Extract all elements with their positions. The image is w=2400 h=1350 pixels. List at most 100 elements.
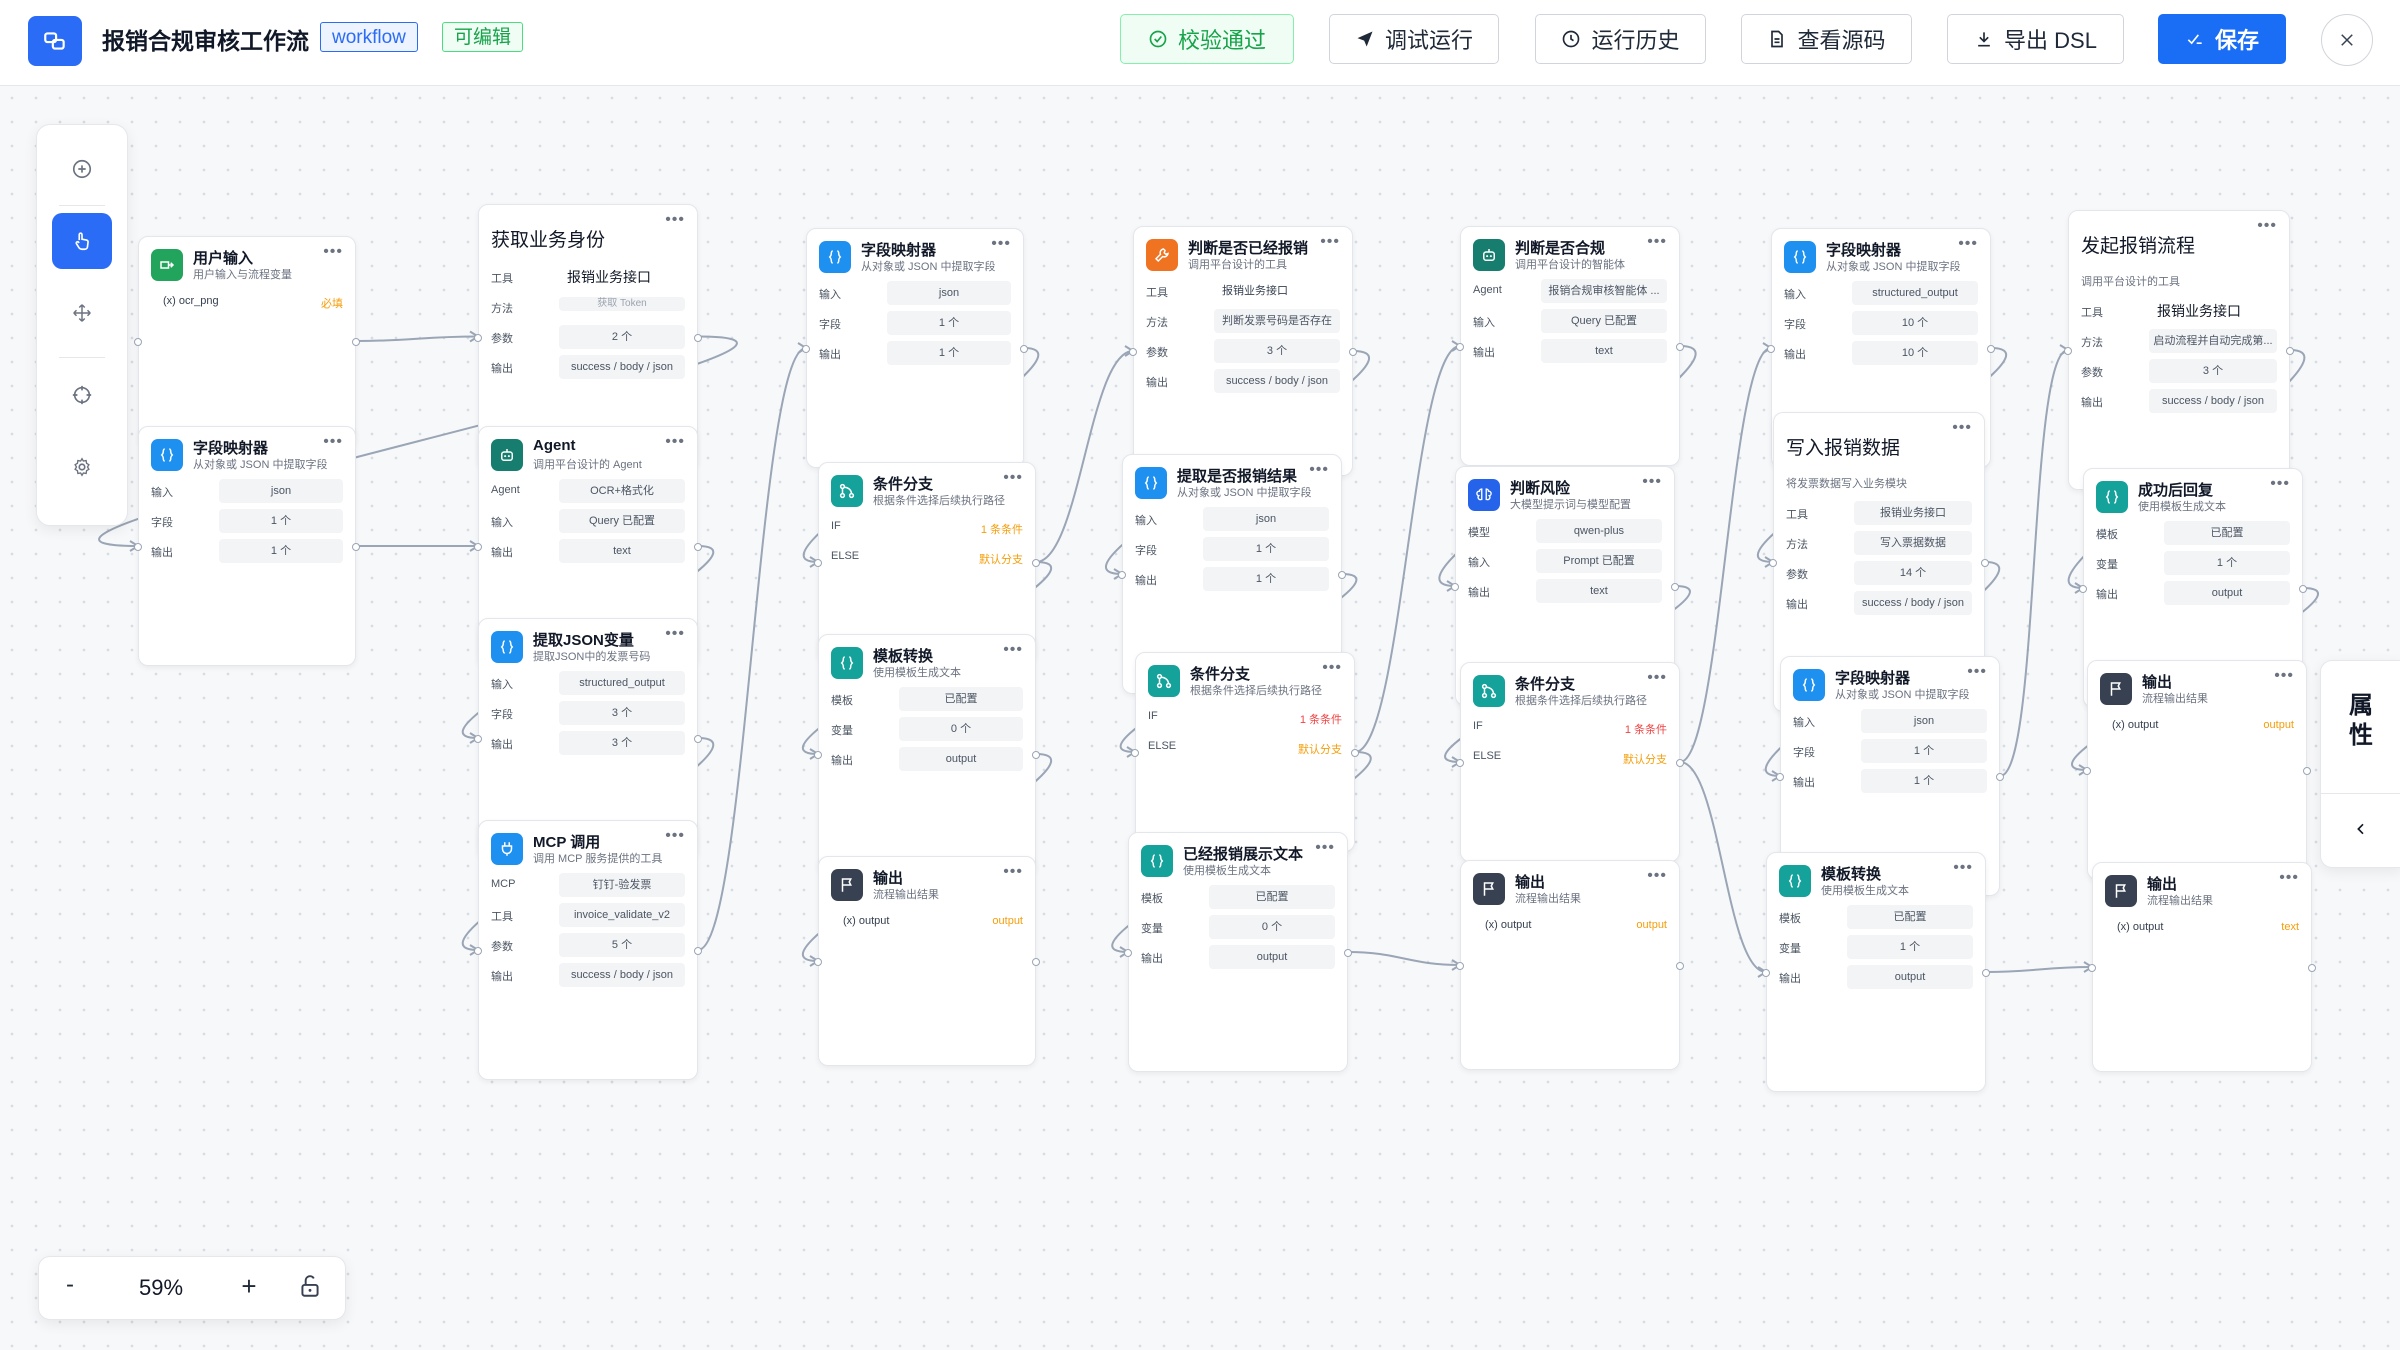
node-more-icon[interactable]: ••• (1003, 863, 1023, 881)
workflow-node[interactable]: 判断是否已经报销 调用平台设计的工具 ••• 工具 报销业务接口 方法 判断发票号码是否存在… (1129, 226, 1357, 476)
input-port[interactable] (474, 543, 482, 551)
input-port[interactable] (1762, 969, 1770, 977)
properties-panel[interactable]: 属 性 (2320, 660, 2400, 868)
input-port[interactable] (1129, 348, 1137, 356)
node-more-icon[interactable]: ••• (1003, 641, 1023, 659)
output-port[interactable] (1996, 773, 2004, 781)
output-port[interactable] (694, 543, 702, 551)
output-port[interactable] (352, 543, 360, 551)
node-more-icon[interactable]: ••• (1967, 663, 1987, 681)
node-connector[interactable] (355, 335, 479, 342)
node-more-icon[interactable]: ••• (665, 433, 685, 451)
node-more-icon[interactable]: ••• (2279, 869, 2299, 887)
workflow-node[interactable]: 发起报销流程 ••• 调用平台设计的工具 工具 报销业务接口 方法 启动流程并自动完成第..… (2064, 210, 2294, 490)
output-port[interactable] (1987, 345, 1995, 353)
node-more-icon[interactable]: ••• (1952, 419, 1972, 437)
fit-view-button[interactable] (52, 367, 112, 423)
node-more-icon[interactable]: ••• (665, 625, 685, 643)
input-port[interactable] (1124, 949, 1132, 957)
pointer-mode-button[interactable] (52, 213, 112, 269)
output-port[interactable] (2303, 767, 2311, 775)
input-port[interactable] (814, 751, 822, 759)
output-port[interactable] (1032, 958, 1040, 966)
node-connector[interactable] (1679, 761, 1767, 973)
node-more-icon[interactable]: ••• (1953, 859, 1973, 877)
output-port[interactable] (1676, 343, 1684, 351)
input-port[interactable] (814, 559, 822, 567)
input-port[interactable] (1456, 343, 1464, 351)
input-port[interactable] (1776, 773, 1784, 781)
add-node-button[interactable] (52, 141, 112, 197)
input-port[interactable] (474, 735, 482, 743)
output-port[interactable] (1032, 559, 1040, 567)
view-source-button[interactable]: 查看源码 (1741, 14, 1912, 64)
workflow-canvas[interactable]: 用户输入 用户输入与流程变量 ••• (x) ocr_png 必填 获取业务身份 ••• 工具… (0, 86, 2400, 1350)
node-more-icon[interactable]: ••• (1320, 233, 1340, 251)
unlock-icon[interactable] (297, 1273, 323, 1299)
workflow-node[interactable]: 输出 流程输出结果 ••• (x) output output (1456, 860, 1684, 1070)
pan-mode-button[interactable] (52, 285, 112, 341)
node-more-icon[interactable]: ••• (665, 827, 685, 845)
input-port[interactable] (814, 958, 822, 966)
workflow-node[interactable]: 用户输入 用户输入与流程变量 ••• (x) ocr_png 必填 (134, 236, 360, 446)
input-port[interactable] (2064, 347, 2072, 355)
node-more-icon[interactable]: ••• (1309, 461, 1329, 479)
workflow-node[interactable]: 字段映射器 从对象或 JSON 中提取字段 ••• 输入 json 字段 1 个输出 1 个 (802, 228, 1028, 468)
node-more-icon[interactable]: ••• (1647, 233, 1667, 251)
output-port[interactable] (1032, 751, 1040, 759)
input-port[interactable] (134, 543, 142, 551)
input-port[interactable] (1767, 345, 1775, 353)
output-port[interactable] (694, 947, 702, 955)
node-more-icon[interactable]: ••• (1958, 235, 1978, 253)
zoom-in-button[interactable]: + (234, 1271, 264, 1301)
input-port[interactable] (1451, 583, 1459, 591)
workflow-node[interactable]: 字段映射器 从对象或 JSON 中提取字段 ••• 输入 json 字段 1 个输出 1 个 (134, 426, 360, 666)
output-port[interactable] (1981, 559, 1989, 567)
workflow-node[interactable]: 条件分支 根据条件选择后续执行路径 ••• IF 1 条条件 ELSE 默认分支 (1456, 662, 1684, 862)
node-more-icon[interactable]: ••• (2270, 475, 2290, 493)
workflow-node[interactable]: 判断是否合规 调用平台设计的智能体 ••• Agent 报销合规审核智能体 ... 输入 Q… (1456, 226, 1684, 466)
close-button[interactable] (2321, 14, 2373, 66)
output-port[interactable] (1982, 969, 1990, 977)
output-port[interactable] (1676, 759, 1684, 767)
node-more-icon[interactable]: ••• (1315, 839, 1335, 857)
node-connector[interactable] (1035, 350, 1134, 563)
workflow-node[interactable]: 输出 流程输出结果 ••• (x) output output (2083, 660, 2311, 880)
workflow-node[interactable]: 模板转换 使用模板生成文本 ••• 模板 已配置 变量 1 个输出 output (1762, 852, 1990, 1092)
workflow-node[interactable]: 条件分支 根据条件选择后续执行路径 ••• IF 1 条条件 ELSE 默认分支 (814, 462, 1040, 662)
run-history-button[interactable]: 运行历史 (1535, 14, 1706, 64)
zoom-out-button[interactable]: - (55, 1271, 85, 1301)
node-more-icon[interactable]: ••• (2274, 667, 2294, 685)
input-port[interactable] (1456, 962, 1464, 970)
input-port[interactable] (802, 345, 810, 353)
node-connector[interactable] (1985, 966, 2093, 973)
output-port[interactable] (1020, 345, 1028, 353)
input-port[interactable] (474, 333, 482, 342)
input-port[interactable] (134, 338, 142, 346)
input-port[interactable] (474, 947, 482, 955)
output-port[interactable] (694, 735, 702, 743)
save-button[interactable]: 保存 (2158, 14, 2286, 64)
workflow-node[interactable]: 模板转换 使用模板生成文本 ••• 模板 已配置 变量 0 个输出 output (814, 634, 1040, 874)
node-more-icon[interactable]: ••• (1322, 659, 1342, 677)
node-more-icon[interactable]: ••• (1642, 473, 1662, 491)
output-port[interactable] (352, 338, 360, 346)
input-port[interactable] (2079, 585, 2087, 593)
output-port[interactable] (1676, 962, 1684, 970)
node-more-icon[interactable]: ••• (665, 211, 685, 229)
canvas-settings-button[interactable] (52, 439, 112, 495)
node-more-icon[interactable]: ••• (1647, 669, 1667, 687)
input-port[interactable] (1456, 759, 1464, 767)
node-connector[interactable] (1354, 345, 1461, 753)
workflow-node[interactable]: MCP 调用 调用 MCP 服务提供的工具 ••• MCP 钉钉-验发票 工具 invoic… (474, 820, 702, 1080)
input-port[interactable] (1769, 559, 1777, 567)
output-port[interactable] (2286, 347, 2294, 355)
workflow-node[interactable]: 条件分支 根据条件选择后续执行路径 ••• IF 1 条条件 ELSE 默认分支 (1131, 652, 1359, 852)
output-port[interactable] (1671, 583, 1679, 591)
input-port[interactable] (2083, 767, 2091, 775)
node-more-icon[interactable]: ••• (991, 235, 1011, 253)
node-connector[interactable] (697, 347, 807, 951)
workflow-node[interactable]: 输出 流程输出结果 ••• (x) output output (814, 856, 1040, 1066)
input-port[interactable] (2088, 964, 2096, 972)
output-port[interactable] (1349, 348, 1357, 356)
